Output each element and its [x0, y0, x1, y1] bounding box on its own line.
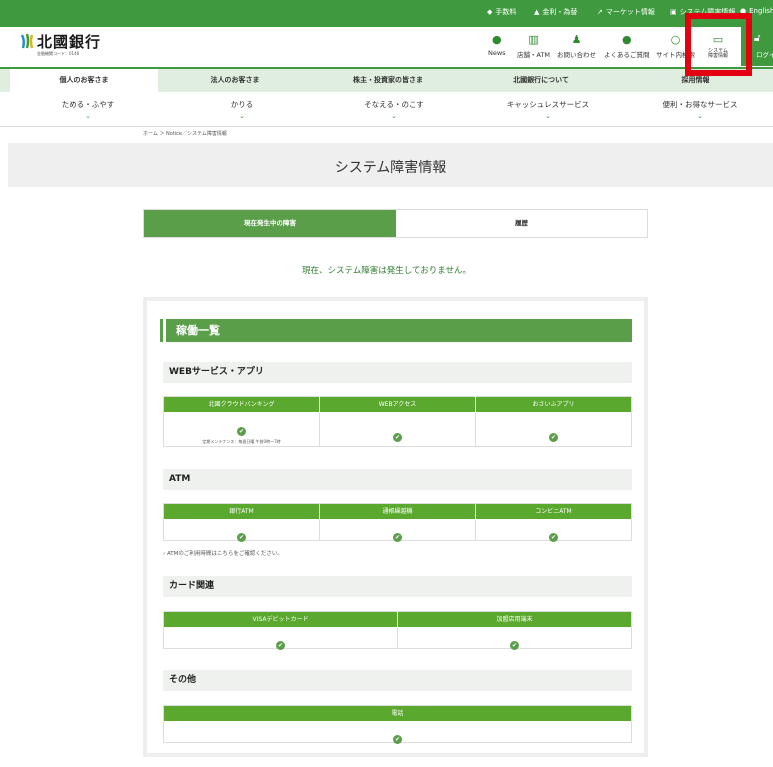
tab-history[interactable]: 履歴 — [396, 210, 647, 237]
operation-status-panel: 稼働一覧 WEBサービス・アプリ 北國クラウドバンキング WEBアクセス おさい… — [143, 297, 648, 757]
question-icon: ● — [621, 33, 632, 46]
subnav-services[interactable]: 便利・お得なサービス ⌄ — [640, 99, 760, 120]
category-card: カード関連 — [163, 576, 632, 597]
col-web-access: WEBアクセス — [320, 397, 476, 412]
section-title: 稼働一覧 — [163, 319, 632, 342]
bank-code: 金融機関コード：0146 — [37, 51, 80, 56]
check-icon: ✔ — [237, 427, 246, 436]
chevron-down-icon: ⌄ — [391, 112, 397, 120]
status-cell: ✔ — [476, 519, 631, 542]
logo-text: 北國銀行 — [37, 33, 102, 51]
check-icon: ✔ — [393, 433, 402, 442]
bulb-icon: ● — [491, 33, 502, 46]
chevron-down-icon: ⌄ — [85, 112, 91, 120]
status-cell: ✔ — [398, 627, 631, 650]
highlight-annotation-box — [685, 13, 752, 76]
card-status-table: VISAデビットカード 加盟店用端末 ✔ ✔ — [163, 611, 632, 650]
subnav-save[interactable]: ためる・ふやす ⌄ — [28, 99, 148, 120]
other-status-table: 電話 ✔ — [163, 705, 632, 744]
no-failure-notice: 現在、システム障害は発生しておりません。 — [302, 266, 471, 276]
col-merchant-terminal: 加盟店用端末 — [398, 612, 631, 627]
atm-hours-link[interactable]: › ATMのご利用時間はこちらをご確認ください。 — [163, 549, 283, 557]
check-icon: ✔ — [549, 533, 558, 542]
check-icon: ✔ — [393, 533, 402, 542]
monitor-small-icon: ▣ — [670, 8, 677, 16]
chevron-down-icon: ⌄ — [545, 112, 551, 120]
sub-nav: ためる・ふやす ⌄ かりる ⌄ そなえる・のこす ⌄ キャッシュレスサービス ⌄ 便利・… — [0, 92, 773, 127]
status-cell: ✔ — [320, 412, 476, 446]
check-icon: ✔ — [510, 641, 519, 650]
rates-link[interactable]: ▲ 金利・為替 — [534, 7, 577, 17]
market-link[interactable]: ↗ マーケット情報 — [597, 7, 655, 17]
chevron-down-icon: ⌄ — [697, 112, 703, 120]
status-cell: ✔ — [164, 721, 631, 744]
building-icon: ▥ — [528, 33, 539, 46]
faq-link[interactable]: ● よくあるご質問 — [604, 33, 650, 59]
category-web: WEBサービス・アプリ — [163, 362, 632, 383]
col-phone: 電話 — [164, 706, 631, 721]
subnav-cashless[interactable]: キャッシュレスサービス ⌄ — [488, 99, 608, 120]
yen-icon: ◆ — [487, 8, 493, 16]
trend-icon: ↗ — [597, 8, 603, 16]
atm-status-table: 銀行ATM 通帳繰越機 コンビニATM ✔ ✔ ✔ — [163, 503, 632, 542]
page-title: システム障害情報 — [334, 160, 447, 176]
status-tabs: 現在発生中の障害 履歴 — [143, 209, 648, 238]
col-visa-debit: VISAデビットカード — [164, 612, 398, 627]
web-status-table: 北國クラウドバンキング WEBアクセス おさいふアプリ ✔ 定期メンテナンス：毎週… — [163, 396, 632, 447]
maintenance-note: 定期メンテナンス：毎週日曜 午前0時〜7時 — [202, 439, 281, 444]
logo-mark-icon — [20, 33, 34, 49]
check-icon: ✔ — [237, 533, 246, 542]
status-cell: ✔ — [320, 519, 476, 542]
subnav-insure[interactable]: そなえる・のこす ⌄ — [334, 99, 454, 120]
breadcrumb[interactable]: ホーム ＞ Notice／システム障害情報 — [143, 130, 227, 137]
status-cell: ✔ — [164, 519, 320, 542]
lock-icon: 🔓︎ — [754, 33, 761, 44]
check-icon: ✔ — [549, 433, 558, 442]
contact-link[interactable]: ♟ お問い合わせ — [557, 33, 596, 59]
status-cell: ✔ — [476, 412, 631, 446]
col-bank-atm: 銀行ATM — [164, 504, 320, 519]
page-title-band: システム障害情報 — [8, 143, 773, 187]
col-cloud-banking: 北國クラウドバンキング — [164, 397, 320, 412]
tab-corporate[interactable]: 法人のお客さま — [160, 69, 310, 92]
status-cell: ✔ 定期メンテナンス：毎週日曜 午前0時〜7時 — [164, 412, 320, 446]
status-cell: ✔ — [164, 627, 398, 650]
news-link[interactable]: ● News — [488, 33, 506, 57]
tab-personal[interactable]: 個人のお客さま — [10, 69, 158, 92]
subnav-borrow[interactable]: かりる ⌄ — [182, 99, 302, 120]
check-icon: ✔ — [393, 735, 402, 744]
tab-current-failures[interactable]: 現在発生中の障害 — [144, 210, 396, 237]
tab-investors[interactable]: 株主・投資家の皆さま — [312, 69, 464, 92]
category-atm: ATM — [163, 469, 632, 490]
person-icon: ♟ — [571, 33, 582, 46]
top-utility-bar: ◆ 手数料 ▲ 金利・為替 ↗ マーケット情報 ▣ システム障害情報 ● English — [0, 0, 773, 27]
branch-atm-link[interactable]: ▥ 店舗・ATM — [517, 33, 550, 59]
check-icon: ✔ — [276, 641, 285, 650]
chart-icon: ▲ — [534, 8, 540, 16]
main-nav: 個人のお客さま 法人のお客さま 株主・投資家の皆さま 北國銀行について 採用情報 — [0, 67, 773, 92]
fees-link[interactable]: ◆ 手数料 — [487, 7, 516, 17]
site-header: 北國銀行 金融機関コード：0146 ● News ▥ 店舗・ATM ♟ お問い合わせ … — [0, 27, 773, 67]
tab-about[interactable]: 北國銀行について — [466, 69, 616, 92]
col-passbook: 通帳繰越機 — [320, 504, 476, 519]
col-wallet-app: おさいふアプリ — [476, 397, 631, 412]
chevron-down-icon: ⌄ — [239, 112, 245, 120]
category-other: その他 — [163, 670, 632, 691]
col-convenience-atm: コンビニATM — [476, 504, 631, 519]
